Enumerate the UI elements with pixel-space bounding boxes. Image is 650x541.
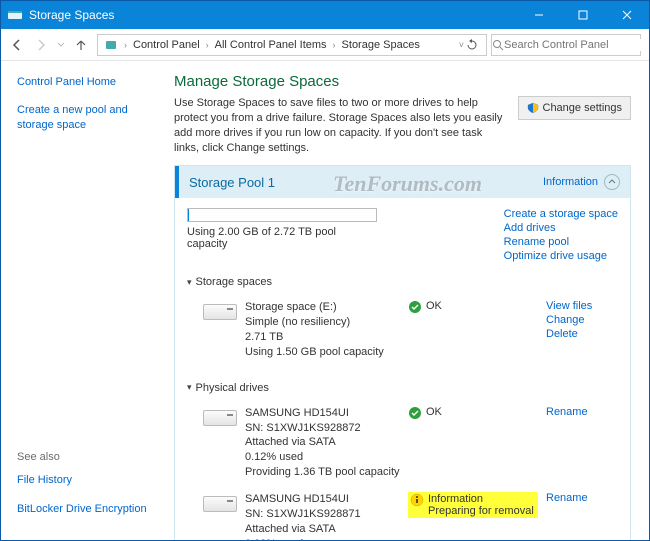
chevron-right-icon: › [122, 40, 129, 50]
section-title: Storage spaces [196, 276, 272, 288]
item-details: Storage space (E:) Simple (no resiliency… [245, 300, 400, 359]
refresh-button[interactable] [466, 39, 484, 51]
change-settings-button[interactable]: Change settings [518, 96, 632, 120]
breadcrumb[interactable]: › Control Panel › All Control Panel Item… [97, 34, 487, 56]
sidebar-file-history[interactable]: File History [17, 473, 156, 487]
view-files-link[interactable]: View files [546, 300, 618, 312]
check-icon [408, 406, 422, 420]
pool-panel: Storage Pool 1 Information Using 2.00 GB… [174, 165, 631, 540]
drive-icon [203, 304, 237, 326]
item-details: SAMSUNG HD154UI SN: S1XWJ1KS928872 Attac… [245, 406, 400, 480]
window-title: Storage Spaces [29, 8, 517, 22]
breadcrumb-item[interactable]: All Control Panel Items [211, 39, 331, 51]
physical-drive-item: SAMSUNG HD154UI SN: S1XWJ1KS928871 Attac… [187, 488, 618, 540]
close-button[interactable] [605, 1, 649, 29]
maximize-button[interactable] [561, 1, 605, 29]
pool-header: Storage Pool 1 Information [175, 166, 630, 198]
change-link[interactable]: Change [546, 314, 618, 326]
section-toggle[interactable]: ▾ Physical drives [187, 382, 618, 394]
page-description: Use Storage Spaces to save files to two … [174, 96, 508, 155]
up-button[interactable] [69, 33, 93, 57]
physical-drive-item: SAMSUNG HD154UI SN: S1XWJ1KS928872 Attac… [187, 402, 618, 488]
storage-spaces-section: ▾ Storage spaces Storage space (E:) Simp… [187, 276, 618, 367]
pool-name: Storage Pool 1 [189, 175, 543, 190]
chevron-down-icon[interactable]: ˅ [457, 40, 466, 50]
minimize-button[interactable] [517, 1, 561, 29]
collapse-button[interactable] [604, 174, 620, 190]
rename-pool-link[interactable]: Rename pool [504, 236, 618, 248]
create-space-link[interactable]: Create a storage space [504, 208, 618, 220]
drive-icon [203, 410, 237, 432]
nav-bar: › Control Panel › All Control Panel Item… [1, 29, 649, 61]
information-link[interactable]: Information [543, 176, 598, 188]
forward-button[interactable] [29, 33, 53, 57]
change-settings-label: Change settings [543, 102, 623, 114]
breadcrumb-item[interactable]: Storage Spaces [338, 39, 424, 51]
chevron-down-icon: ▾ [187, 382, 192, 393]
sidebar-create-pool[interactable]: Create a new pool and storage space [17, 103, 156, 132]
capacity-bar [187, 208, 377, 222]
add-drives-link[interactable]: Add drives [504, 222, 618, 234]
shield-icon [527, 102, 539, 114]
info-icon [410, 493, 424, 507]
delete-link[interactable]: Delete [546, 328, 618, 340]
search-input[interactable] [504, 39, 646, 51]
rename-drive-link[interactable]: Rename [546, 406, 618, 418]
item-details: SAMSUNG HD154UI SN: S1XWJ1KS928871 Attac… [245, 492, 400, 540]
capacity-text: Using 2.00 GB of 2.72 TB pool capacity [187, 226, 377, 250]
page-heading: Manage Storage Spaces [174, 73, 631, 90]
section-title: Physical drives [196, 382, 269, 394]
storage-space-item: Storage space (E:) Simple (no resiliency… [187, 296, 618, 367]
chevron-right-icon: › [204, 40, 211, 50]
recent-dropdown[interactable] [53, 33, 69, 57]
app-icon [7, 7, 23, 23]
content-area: TenForums.com Manage Storage Spaces Use … [166, 61, 649, 540]
see-also-label: See also [17, 451, 156, 463]
status-info-highlighted: Information Preparing for removal [408, 492, 538, 518]
breadcrumb-icon [100, 38, 122, 52]
optimize-link[interactable]: Optimize drive usage [504, 250, 618, 262]
physical-drives-section: ▾ Physical drives SAMSUNG HD154UI SN: S1… [187, 382, 618, 540]
status-ok: OK [408, 300, 538, 314]
status-ok: OK [408, 406, 538, 420]
drive-icon [203, 496, 237, 518]
title-bar: Storage Spaces [1, 1, 649, 29]
search-icon [492, 39, 504, 51]
check-icon [408, 300, 422, 314]
section-toggle[interactable]: ▾ Storage spaces [187, 276, 618, 288]
breadcrumb-item[interactable]: Control Panel [129, 39, 204, 51]
back-button[interactable] [5, 33, 29, 57]
chevron-right-icon: › [331, 40, 338, 50]
rename-drive-link[interactable]: Rename [546, 492, 618, 504]
chevron-down-icon: ▾ [187, 277, 192, 288]
sidebar-bitlocker[interactable]: BitLocker Drive Encryption [17, 502, 156, 516]
sidebar-home[interactable]: Control Panel Home [17, 75, 156, 89]
sidebar: Control Panel Home Create a new pool and… [1, 61, 166, 540]
search-box[interactable] [491, 34, 641, 56]
